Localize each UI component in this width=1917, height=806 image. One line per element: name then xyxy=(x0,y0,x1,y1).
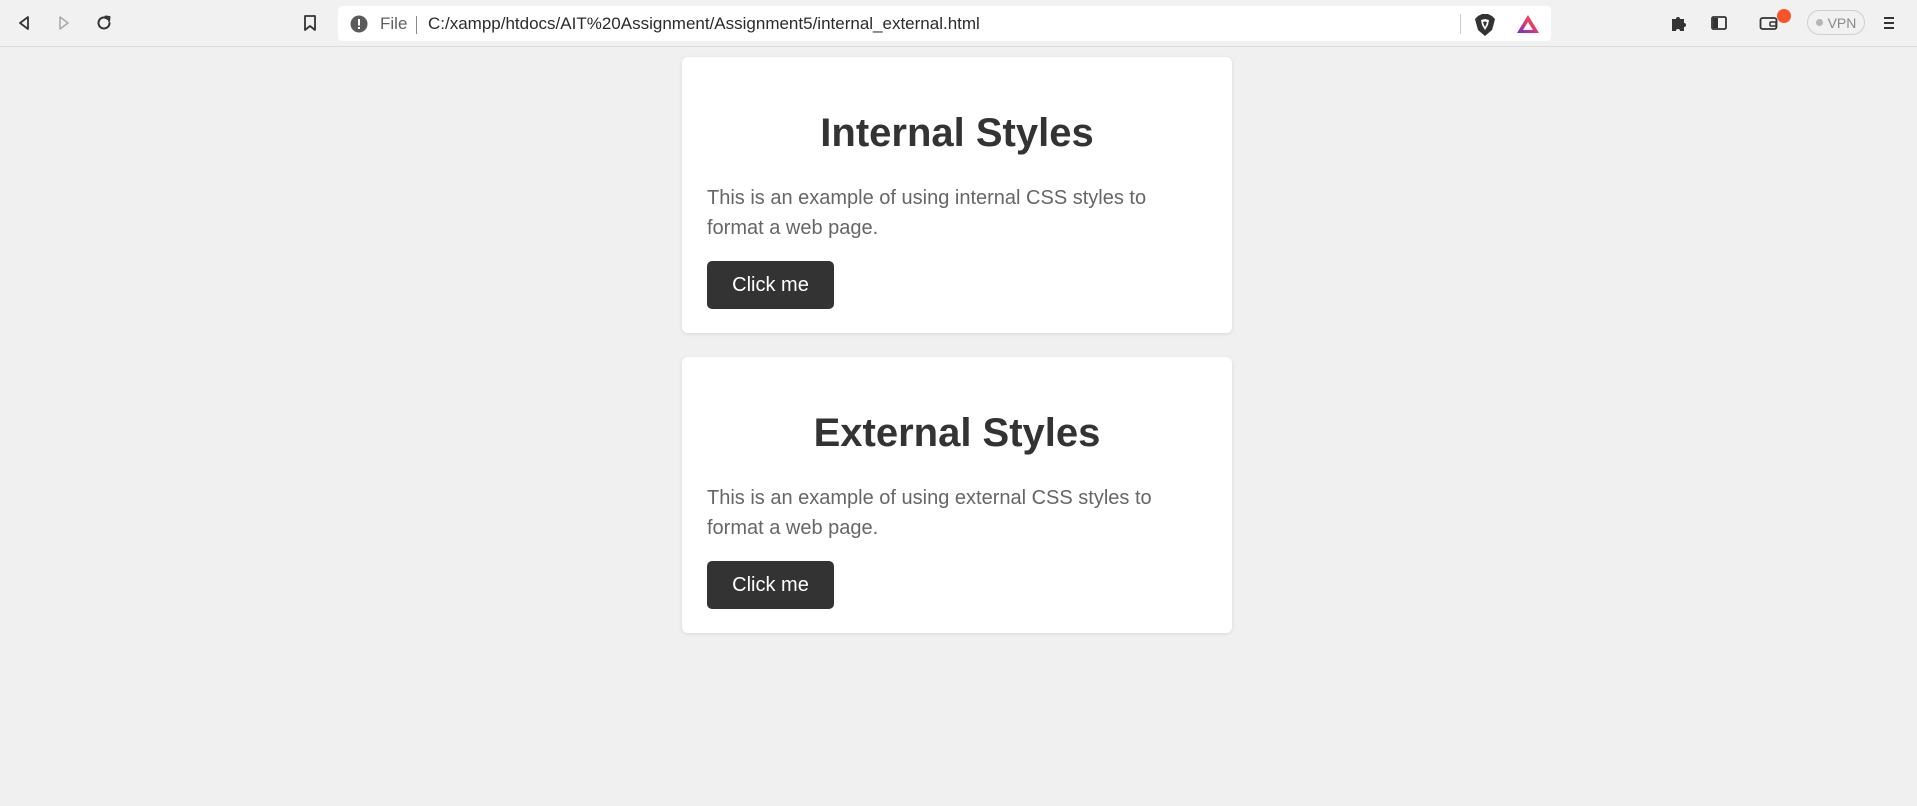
click-me-button[interactable]: Click me xyxy=(707,261,834,309)
puzzle-icon xyxy=(1672,17,1686,31)
sidebar-icon xyxy=(1711,16,1727,30)
wallet-icon xyxy=(1759,17,1778,30)
url-scheme-label: File xyxy=(380,14,408,33)
address-bar[interactable]: File C:/xampp/htdocs/AIT%20Assignment/As… xyxy=(338,6,1551,41)
reload-button[interactable] xyxy=(90,9,118,37)
menu-icon xyxy=(1884,17,1894,29)
section-heading: External Styles xyxy=(813,411,1101,455)
back-button[interactable] xyxy=(10,9,38,37)
bookmark-button[interactable] xyxy=(296,9,324,37)
back-arrow-icon xyxy=(19,16,29,30)
brave-shields-icon[interactable] xyxy=(1474,13,1496,37)
reload-icon xyxy=(97,15,111,30)
forward-arrow-icon xyxy=(59,16,69,30)
url-divider xyxy=(1460,14,1461,34)
info-icon[interactable] xyxy=(350,15,368,33)
forward-button[interactable] xyxy=(50,9,78,37)
extensions-button[interactable] xyxy=(1665,9,1693,37)
url-separator xyxy=(416,16,417,34)
bookmark-icon xyxy=(304,15,316,31)
vpn-label: VPN xyxy=(1827,14,1857,31)
brave-rewards-icon[interactable] xyxy=(1516,14,1540,34)
section-heading: Internal Styles xyxy=(820,111,1094,155)
internal-styles-card: Internal Styles This is an example of us… xyxy=(682,57,1232,333)
section-text: This is an example of using external CSS… xyxy=(707,487,1152,539)
notification-badge xyxy=(1777,9,1791,23)
browser-toolbar: File C:/xampp/htdocs/AIT%20Assignment/As… xyxy=(0,0,1917,47)
sidebar-button[interactable] xyxy=(1705,9,1733,37)
vpn-status-dot xyxy=(1815,19,1823,26)
click-me-button[interactable]: Click me xyxy=(707,561,834,609)
external-styles-card: External Styles This is an example of us… xyxy=(682,357,1232,633)
vpn-button[interactable]: VPN xyxy=(1807,10,1865,35)
menu-button[interactable] xyxy=(1875,9,1903,37)
section-text: This is an example of using internal CSS… xyxy=(707,187,1147,239)
url-text[interactable]: C:/xampp/htdocs/AIT%20Assignment/Assignm… xyxy=(428,14,980,34)
